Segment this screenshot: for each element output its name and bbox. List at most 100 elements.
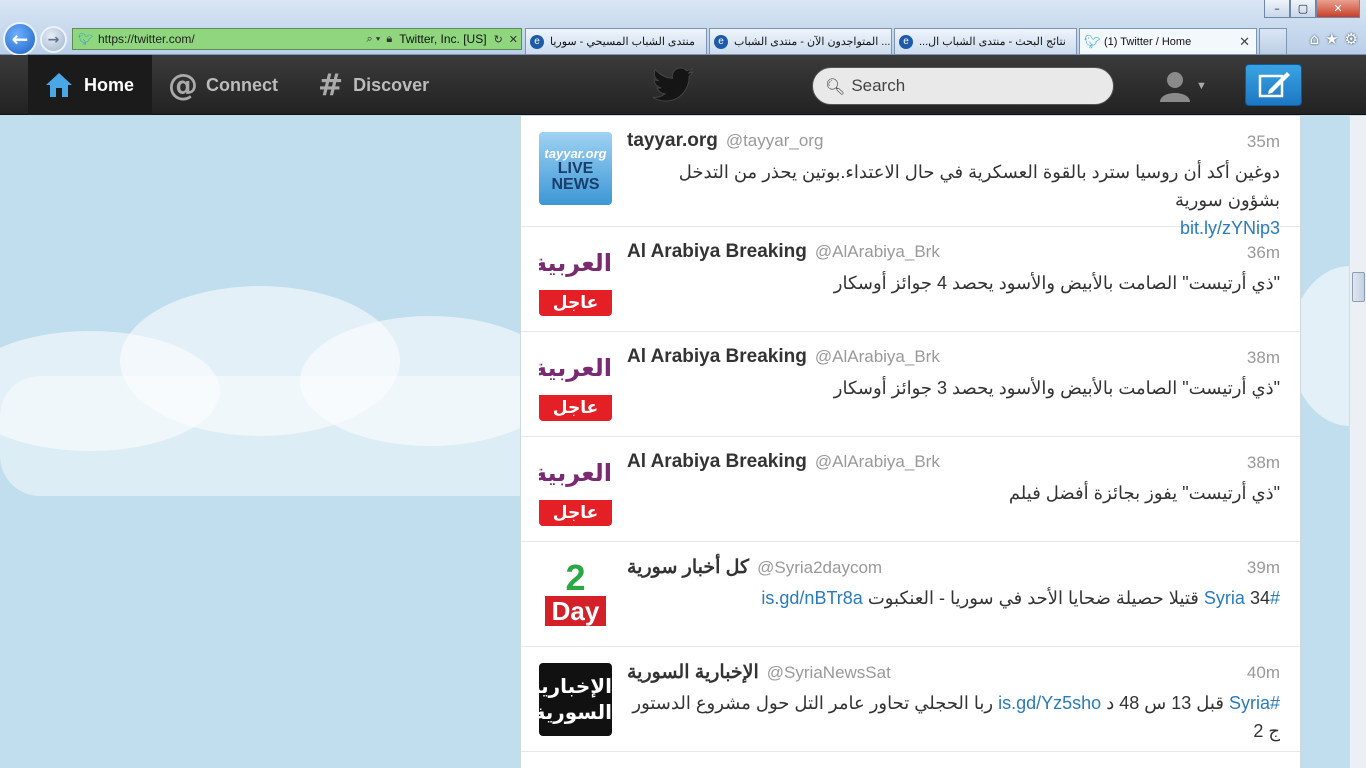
tweet-item[interactable]: tayyar.org LIVE NEWS tayyar.org @tayyar_o… — [521, 116, 1300, 238]
tab-label: ... المتواجدون الآن - منتدى الشباب — [734, 36, 891, 48]
home-page-icon[interactable]: ⌂ — [1310, 30, 1320, 48]
tweet-body: "ذي أرتيست" الصامت بالأبيض والأسود يحصد … — [833, 378, 1280, 398]
nav-connect[interactable]: @ Connect — [168, 55, 278, 115]
refresh-icon[interactable]: ↻ — [494, 33, 503, 46]
tayyar-avatar[interactable]: tayyar.org LIVE NEWS — [539, 132, 612, 205]
tweet-author-handle[interactable]: @AlArabiya_Brk — [815, 242, 940, 261]
forum-favicon-icon: e — [530, 34, 544, 49]
tweet-item[interactable]: العربية عاجل Al Arabiya Breaking @AlArabi… — [521, 332, 1300, 437]
twitter-topbar: Home @ Connect # Discover 🔍︎ Search ▼ — [0, 55, 1366, 115]
tweet-body: دوغين أكد أن روسيا سترد بالقوة العسكرية … — [678, 162, 1280, 210]
tweet-author-handle[interactable]: @tayyar_org — [726, 131, 824, 150]
tab-forum-3[interactable]: e نتائج البحث - منتدى الشباب ال... — [894, 28, 1077, 54]
tweet-item[interactable]: العربية عاجل Al Arabiya Breaking @AlArabi… — [521, 227, 1300, 332]
forward-arrow-icon: → — [47, 31, 60, 48]
tweet-author-handle[interactable]: @AlArabiya_Brk — [815, 347, 940, 366]
avatar-text: tayyar.org — [544, 146, 607, 161]
nav-discover[interactable]: # Discover — [318, 55, 429, 115]
alarabiya-avatar[interactable]: العربية عاجل — [539, 453, 612, 526]
window-controls: – ▢ ✕ — [1264, 0, 1360, 18]
tweet-author-handle[interactable]: @Syria2daycom — [757, 558, 882, 577]
alarabiya-avatar[interactable]: العربية عاجل — [539, 348, 612, 421]
nav-home[interactable]: Home — [28, 55, 152, 115]
address-url[interactable]: https://twitter.com/ — [98, 32, 364, 46]
tweet-text: "ذي أرتيست" الصامت بالأبيض والأسود يحصد … — [627, 374, 1280, 402]
back-arrow-icon: ← — [11, 27, 29, 51]
avatar-text: العربية — [539, 459, 612, 487]
tweet-item[interactable]: الإخبارية السورية الإخبارية السورية @Syri… — [521, 647, 1300, 752]
tweet-author-name[interactable]: كل أخبار سورية — [627, 557, 749, 578]
syria2day-avatar[interactable]: 2 Day — [539, 558, 612, 631]
forum-favicon-icon: e — [899, 34, 913, 49]
search-placeholder: Search — [851, 76, 906, 95]
tweet-body: "ذي أرتيست" الصامت بالأبيض والأسود يحصد … — [833, 273, 1280, 293]
nav-connect-label: Connect — [206, 74, 278, 95]
tweet-body: "ذي أرتيست" يفوز بجائزة أفضل فيلم — [1008, 483, 1280, 503]
settings-gear-icon[interactable]: ⚙ — [1345, 30, 1358, 48]
tweet-timestamp[interactable]: 40m — [1247, 663, 1280, 683]
tweet-text: "ذي أرتيست" الصامت بالأبيض والأسود يحصد … — [627, 269, 1280, 297]
search-input[interactable]: 🔍︎ Search — [812, 67, 1114, 105]
maximize-button[interactable]: ▢ — [1290, 0, 1316, 18]
tweet-author-name[interactable]: Al Arabiya Breaking — [627, 451, 807, 472]
tweet-timestamp[interactable]: 39m — [1247, 558, 1280, 578]
twitter-favicon-icon: 🐦︎ — [78, 32, 94, 46]
tweet-author-handle[interactable]: @AlArabiya_Brk — [815, 452, 940, 471]
stop-icon[interactable]: ✕ — [509, 33, 518, 46]
tweet-author-name[interactable]: الإخبارية السورية — [627, 662, 759, 683]
scrollbar-thumb[interactable] — [1352, 272, 1365, 302]
tweet-text: #Syria 34 قتيلا حصيلة ضحايا الأحد في سور… — [627, 584, 1280, 612]
page-content: tayyar.org LIVE NEWS tayyar.org @tayyar_o… — [0, 116, 1349, 768]
avatar-text: عاجل — [539, 290, 612, 316]
twitter-favicon-icon: 🐦︎ — [1084, 33, 1101, 49]
favorites-star-icon[interactable]: ★ — [1325, 30, 1338, 48]
compose-tweet-button[interactable] — [1245, 64, 1302, 106]
search-icon: 🔍︎ — [825, 76, 846, 96]
avatar-text: العربية — [539, 354, 612, 382]
tweet-timestamp[interactable]: 38m — [1247, 453, 1280, 473]
page-scrollbar[interactable] — [1349, 116, 1366, 768]
user-menu-button[interactable]: ▼ — [1158, 69, 1214, 103]
back-button[interactable]: ← — [3, 22, 37, 56]
tweet-text: #Syria قبل 13 س 48 د is.gd/Yz5sho ربا ال… — [627, 689, 1280, 745]
syrianewssat-avatar[interactable]: الإخبارية السورية — [539, 663, 612, 736]
tweet-link[interactable]: is.gd/nBTr8a — [761, 588, 862, 608]
at-sign-icon: @ — [168, 67, 198, 103]
tweet-timestamp[interactable]: 35m — [1247, 132, 1280, 152]
search-dropdown-icon[interactable]: ⌕ ▾ — [367, 33, 381, 46]
close-tab-icon[interactable]: ✕ — [1231, 34, 1250, 50]
tweet-item[interactable]: 2 Day كل أخبار سورية @Syria2daycom 39m #S… — [521, 542, 1300, 647]
tweet-text: "ذي أرتيست" يفوز بجائزة أفضل فيلم — [627, 479, 1280, 507]
tweet-author-name[interactable]: tayyar.org — [627, 130, 718, 151]
browser-chrome: – ▢ ✕ ← → 🐦︎ https://twitter.com/ ⌕ ▾ 🔒︎… — [0, 0, 1366, 56]
lock-icon[interactable]: 🔒︎ — [386, 33, 392, 46]
tab-strip: e منتدى الشباب المسيحي - سوريا e ... الم… — [525, 28, 1287, 54]
forward-button[interactable]: → — [40, 26, 67, 53]
avatar-text: الإخبارية — [539, 674, 612, 698]
tweet-timestamp[interactable]: 36m — [1247, 243, 1280, 263]
twitter-bird-icon — [653, 67, 695, 102]
tweet-author-name[interactable]: Al Arabiya Breaking — [627, 241, 807, 262]
avatar-text: العربية — [539, 249, 612, 277]
tab-twitter-home[interactable]: 🐦︎ (1) Twitter / Home ✕ — [1079, 28, 1257, 54]
tweet-timeline: tayyar.org LIVE NEWS tayyar.org @tayyar_o… — [520, 116, 1301, 768]
minimize-button[interactable]: – — [1264, 0, 1290, 18]
tab-forum-1[interactable]: e منتدى الشباب المسيحي - سوريا — [525, 28, 707, 54]
cloud-decoration — [0, 376, 560, 496]
nav-discover-label: Discover — [353, 74, 430, 95]
tweet-author-name[interactable]: Al Arabiya Breaking — [627, 346, 807, 367]
address-bar[interactable]: 🐦︎ https://twitter.com/ ⌕ ▾ 🔒︎ Twitter, … — [72, 28, 522, 50]
close-window-button[interactable]: ✕ — [1316, 0, 1360, 18]
tweet-author-handle[interactable]: @SyriaNewsSat — [767, 663, 891, 682]
tab-label: (1) Twitter / Home — [1104, 35, 1192, 48]
tweet-link[interactable]: is.gd/Yz5sho — [998, 693, 1101, 713]
tweet-item[interactable]: العربية عاجل Al Arabiya Breaking @AlArabi… — [521, 437, 1300, 542]
avatar-text: عاجل — [539, 395, 612, 421]
alarabiya-avatar[interactable]: العربية عاجل — [539, 243, 612, 316]
certificate-label[interactable]: Twitter, Inc. [US] — [399, 32, 486, 46]
tweet-timestamp[interactable]: 38m — [1247, 348, 1280, 368]
new-tab-button[interactable] — [1259, 28, 1287, 54]
tab-forum-2[interactable]: e ... المتواجدون الآن - منتدى الشباب — [709, 28, 892, 54]
tweet-hashtag[interactable]: #Syria — [1229, 693, 1280, 713]
compose-pencil-icon — [1258, 72, 1290, 98]
